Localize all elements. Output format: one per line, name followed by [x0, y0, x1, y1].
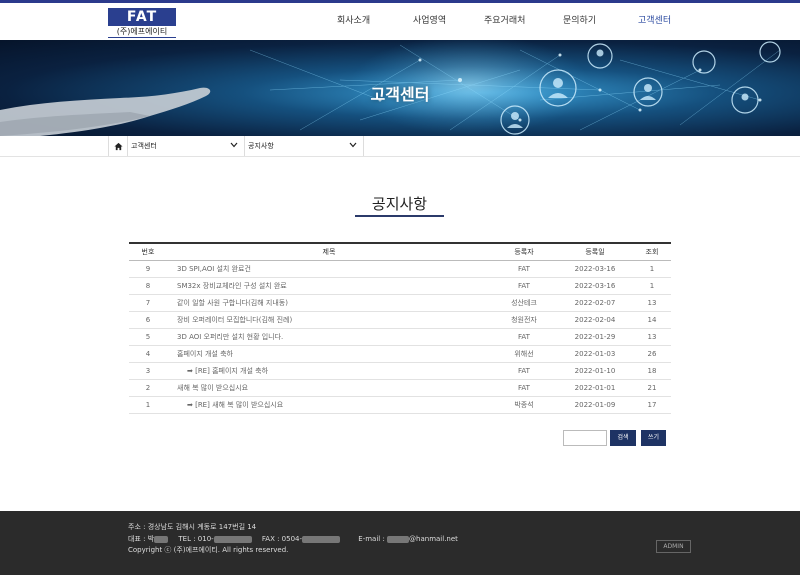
- breadcrumb: 고객센터 공지사항: [0, 136, 800, 157]
- hero-banner: 고객센터: [0, 40, 800, 136]
- cell-author: FAT: [518, 366, 530, 375]
- cell-subject[interactable]: 장비 오퍼레이터 모집합니다(김해 진례): [167, 311, 491, 328]
- breadcrumb-level1-select[interactable]: 고객센터: [128, 136, 245, 156]
- cell-date: 2022-01-01: [574, 383, 616, 392]
- cell-number: 4: [145, 349, 151, 358]
- col-header-number: 번호: [141, 247, 155, 256]
- cell-author: 박종석: [514, 400, 534, 409]
- cell-date: 2022-02-07: [574, 298, 616, 307]
- cell-date: 2022-03-16: [574, 264, 616, 273]
- breadcrumb-level2-select[interactable]: 공지사항: [245, 136, 364, 156]
- table-row[interactable]: 6 장비 오퍼레이터 모집합니다(김해 진례) 청원전자 2022-02-04 14: [129, 311, 671, 328]
- table-row[interactable]: 9 3D SPI,AOI 설치 완료건 FAT 2022-03-16 1: [129, 260, 671, 277]
- footer-contact: 대표 : 박 TEL : 010- FAX : 0504- E-mail : @…: [128, 534, 458, 544]
- table-row[interactable]: 4 홈페이지 개설 축하 위해선 2022-01-03 26: [129, 345, 671, 362]
- cell-views: 18: [647, 366, 657, 375]
- nav-item-company[interactable]: 회사소개: [337, 13, 370, 26]
- cell-subject[interactable]: 3D AOI 오퍼리만 설치 현황 입니다.: [167, 328, 491, 345]
- footer-rep: 대표 : 박: [128, 535, 155, 543]
- cell-date: 2022-01-10: [574, 366, 616, 375]
- cell-subject[interactable]: 3D SPI,AOI 설치 완료건: [167, 260, 491, 277]
- home-icon: [113, 142, 123, 150]
- table-row[interactable]: 7 같이 일할 사원 구합니다(김해 지내동) 성산테크 2022-02-07 13: [129, 294, 671, 311]
- cell-subject[interactable]: 홈페이지 개설 축하: [167, 345, 491, 362]
- banner-title: 고객센터: [370, 85, 430, 104]
- masked-text: [387, 535, 410, 543]
- table-header-row: 번호 제목 등록자 등록일 조회: [129, 243, 671, 260]
- cell-date: 2022-03-16: [574, 281, 616, 290]
- cell-author: FAT: [518, 332, 530, 341]
- cell-views: 13: [647, 298, 657, 307]
- table-row[interactable]: 1 ➡ [RE] 새해 복 많이 받으십시요 박종석 2022-01-09 17: [129, 396, 671, 413]
- cell-author: FAT: [518, 281, 530, 290]
- cell-number: 1: [145, 400, 151, 409]
- col-header-views: 조회: [645, 247, 659, 256]
- search-button[interactable]: 검색: [610, 430, 636, 446]
- site-footer: 주소 : 경상남도 김해시 계동로 147번길 14 대표 : 박 TEL : …: [0, 511, 800, 575]
- cell-views: 13: [647, 332, 657, 341]
- chevron-down-icon: [230, 136, 238, 156]
- home-button[interactable]: [108, 136, 128, 156]
- cell-number: 8: [145, 281, 151, 290]
- page-title: 공지사항: [371, 195, 428, 213]
- table-row[interactable]: 3 ➡ [RE] 홈페이지 개설 축하 FAT 2022-01-10 18: [129, 362, 671, 379]
- table-row[interactable]: 2 새해 복 많이 받으십시요 FAT 2022-01-01 21: [129, 379, 671, 396]
- cell-date: 2022-02-04: [574, 315, 616, 324]
- footer-email-label: E-mail :: [358, 535, 385, 543]
- cell-number: 9: [145, 264, 151, 273]
- footer-address: 주소 : 경상남도 김해시 계동로 147번길 14: [128, 523, 257, 531]
- col-header-subject: 제목: [322, 247, 336, 256]
- footer-copyright: Copyright ⓒ (주)에프에이티. All rights reserve…: [128, 546, 289, 554]
- footer-tel: TEL : 010-: [178, 535, 214, 543]
- title-underline: [355, 215, 444, 217]
- cell-author: 위해선: [514, 349, 534, 358]
- cell-views: 17: [647, 400, 657, 409]
- cell-views: 1: [649, 264, 655, 273]
- cell-date: 2022-01-29: [574, 332, 616, 341]
- cell-subject[interactable]: ➡ [RE] 홈페이지 개설 축하: [167, 362, 491, 379]
- cell-date: 2022-01-03: [574, 349, 616, 358]
- cell-subject[interactable]: 같이 일할 사원 구합니다(김해 지내동): [167, 294, 491, 311]
- cell-author: 성산테크: [511, 298, 537, 307]
- masked-text: [302, 535, 341, 543]
- cell-views: 21: [647, 383, 657, 392]
- site-header: FAT (주)에프에이티 회사소개 사업영역 주요거래처 문의하기 고객센터: [0, 3, 800, 40]
- breadcrumb-level1-label: 고객센터: [131, 142, 157, 150]
- cell-author: FAT: [518, 264, 530, 273]
- cell-number: 7: [145, 298, 151, 307]
- table-row[interactable]: 8 SM32x 장비교체라인 구성 설치 완료 FAT 2022-03-16 1: [129, 277, 671, 294]
- masked-text: [154, 535, 169, 543]
- notice-board-table: 번호 제목 등록자 등록일 조회 9 3D SPI,AOI 설치 완료건 FAT 20…: [129, 242, 671, 414]
- cell-subject[interactable]: SM32x 장비교체라인 구성 설치 완료: [167, 277, 491, 294]
- write-button[interactable]: 쓰기: [641, 430, 666, 446]
- table-body: 9 3D SPI,AOI 설치 완료건 FAT 2022-03-16 1 8 SM32x 장…: [129, 260, 671, 413]
- col-header-date: 등록일: [585, 247, 605, 256]
- footer-email-domain: @hanmail.net: [409, 535, 458, 543]
- breadcrumb-level2-label: 공지사항: [248, 142, 274, 150]
- cell-date: 2022-01-09: [574, 400, 616, 409]
- cell-views: 1: [649, 281, 655, 290]
- cell-author: FAT: [518, 383, 530, 392]
- main-nav: 회사소개 사업영역 주요거래처 문의하기 고객센터: [0, 3, 800, 40]
- cell-number: 2: [145, 383, 151, 392]
- masked-text: [213, 535, 252, 543]
- footer-fax: FAX : 0504-: [261, 535, 303, 543]
- nav-item-contact[interactable]: 문의하기: [563, 13, 596, 26]
- table-row[interactable]: 5 3D AOI 오퍼리만 설치 현황 입니다. FAT 2022-01-29 13: [129, 328, 671, 345]
- col-header-author: 등록자: [514, 247, 534, 256]
- cell-number: 5: [145, 332, 151, 341]
- chevron-down-icon: [349, 136, 357, 156]
- cell-author: 청원전자: [511, 315, 537, 324]
- search-input[interactable]: [563, 430, 607, 446]
- cell-subject[interactable]: ➡ [RE] 새해 복 많이 받으십시요: [167, 396, 491, 413]
- cell-views: 26: [647, 349, 657, 358]
- cell-subject[interactable]: 새해 복 많이 받으십시요: [167, 379, 491, 396]
- nav-item-business[interactable]: 사업영역: [413, 13, 446, 26]
- cell-views: 14: [647, 315, 657, 324]
- cell-number: 3: [145, 366, 151, 375]
- nav-item-support[interactable]: 고객센터: [638, 13, 671, 26]
- admin-button[interactable]: ADMIN: [656, 540, 691, 553]
- nav-item-clients[interactable]: 주요거래처: [484, 13, 525, 26]
- cell-number: 6: [145, 315, 151, 324]
